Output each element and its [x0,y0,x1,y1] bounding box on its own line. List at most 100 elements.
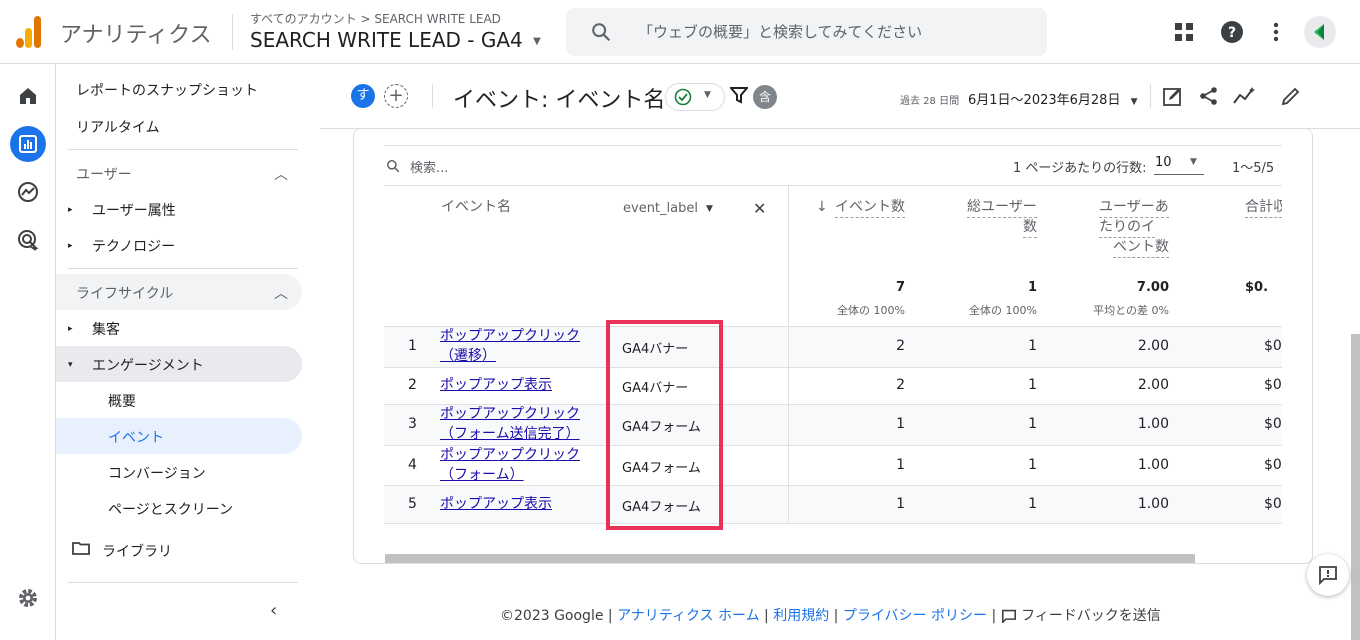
horizontal-scrollbar[interactable] [385,554,1195,563]
analytics-logo [16,16,42,48]
col-header-per-user-2[interactable]: たりのイ [1099,217,1155,238]
divider [68,268,298,269]
report-status-chip[interactable]: ▼ [665,83,725,111]
filter-badge[interactable]: 含 [753,85,777,109]
event-name-link[interactable]: ポップアップ表示 [440,375,552,395]
help-icon[interactable]: ? [1218,18,1246,46]
nav-events-selected[interactable] [56,418,302,454]
account-avatar[interactable] [1304,16,1336,48]
caret-down-icon: ▼ [1190,157,1197,167]
event-name-link[interactable]: ポップアップ表示 [440,494,552,514]
reports-icon[interactable] [10,126,46,162]
users-cell: 1 [1028,416,1037,432]
chevron-up-icon[interactable]: ︿ [274,283,288,303]
edit-pencil-icon[interactable] [1281,86,1301,110]
total-per-user: 7.00 [1136,280,1169,295]
total-events-sub: 全体の 100% [837,304,905,317]
column-divider [788,326,789,523]
event-name-link[interactable]: ポップアップクリック [440,445,580,465]
global-search[interactable]: 「ウェブの概要」と検索してみてください [566,8,1047,56]
sort-arrow-icon[interactable]: ↓ [816,197,828,217]
nav-section-user[interactable]: ユーザー [76,164,132,184]
nav-engagement[interactable]: エンゲージメント [92,355,204,375]
filter-icon[interactable] [728,86,750,108]
nav-snapshot[interactable]: レポートのスナップショット [76,80,258,100]
collapse-nav-icon[interactable]: ‹ [270,600,277,621]
expand-arrow-icon[interactable]: ▸ [68,205,73,215]
divider [68,149,298,150]
col-header-event-name[interactable]: イベント名 [441,197,511,217]
footer-copyright: ©2023 Google [500,608,604,624]
expand-arrow-icon[interactable]: ▸ [68,241,73,251]
users-cell: 1 [1028,496,1037,512]
event-name-link[interactable]: ポップアップクリック [440,404,580,424]
comparison-avatar[interactable]: す [351,84,375,108]
row-index: 4 [408,457,417,473]
total-events: 7 [895,280,905,295]
footer-terms-link[interactable]: 利用規約 [773,608,829,624]
users-cell: 1 [1028,457,1037,473]
feedback-icon [1319,566,1337,585]
breadcrumb[interactable]: すべてのアカウント > SEARCH WRITE LEAD [250,10,501,27]
customize-report-icon[interactable] [1163,86,1183,110]
col-header-total-users-1[interactable]: 総ユーザー [967,197,1037,218]
nav-pages-screens[interactable]: ページとスクリーン [108,499,233,519]
nav-events: イベント [108,430,164,446]
divider [384,145,1282,146]
caret-down-icon[interactable]: ▼ [706,199,713,219]
separator: | [607,608,618,624]
col-header-per-user-3[interactable]: ベント数 [1113,237,1169,258]
explore-icon[interactable] [12,176,44,208]
add-comparison-icon[interactable]: + [384,84,408,108]
insights-icon[interactable] [1233,86,1257,110]
apps-grid-icon[interactable] [1170,18,1198,46]
search-icon [386,159,400,173]
col-header-events[interactable]: イベント数 [835,197,905,218]
collapse-arrow-icon[interactable]: ▾ [68,360,73,370]
feedback-fab[interactable] [1307,554,1349,596]
remove-dimension-icon[interactable]: ✕ [753,199,766,219]
nav-user-attributes[interactable]: ユーザー属性 [92,200,176,220]
col-header-event-label[interactable]: event_label [623,199,698,219]
report-title: イベント: イベント名 [453,88,666,113]
per-user-cell: 2.00 [1137,377,1169,393]
advertising-icon[interactable] [12,224,44,256]
event-name-link-cont[interactable]: （フォーム送信完了） [440,424,580,444]
report-header: す + イベント: イベント名 ▼ 含 過去 28 日間 6月1日～2023年6… [320,64,1360,128]
col-header-revenue[interactable]: 合計収 [1245,197,1282,218]
footer-feedback-link[interactable]: フィードバックを送信 [1021,608,1161,624]
event-name-link-cont[interactable]: （フォーム） [440,465,524,485]
nav-technology[interactable]: テクノロジー [92,236,175,256]
event-name-link-cont[interactable]: （遷移） [440,346,496,366]
footer: ©2023 Google | アナリティクス ホーム | 利用規約 | プライバ… [500,605,1161,625]
caret-down-icon: ▼ [704,90,711,100]
nav-conversions[interactable]: コンバージョン [108,463,206,483]
more-vert-icon[interactable] [1262,18,1290,46]
users-cell: 1 [1028,338,1037,354]
footer-home-link[interactable]: アナリティクス ホーム [617,608,760,624]
settings-gear-icon[interactable] [12,582,44,614]
vertical-scrollbar[interactable] [1351,334,1360,640]
divider [384,485,1282,486]
expand-arrow-icon[interactable]: ▸ [68,324,73,334]
divider [68,582,298,583]
feedback-icon [1001,609,1016,625]
col-header-per-user-1[interactable]: ユーザーあ [1099,197,1169,218]
chevron-up-icon[interactable]: ︿ [274,164,288,184]
col-header-total-users-2[interactable]: 数 [1023,217,1037,238]
table-search-placeholder: 検索... [410,161,449,176]
nav-realtime[interactable]: リアルタイム [76,117,160,137]
footer-privacy-link[interactable]: プライバシー ポリシー [843,608,987,624]
nav-overview[interactable]: 概要 [108,391,136,411]
total-users-sub: 全体の 100% [969,304,1037,317]
nav-acquisition[interactable]: 集客 [92,319,120,339]
rows-per-page-select[interactable]: 10 ▼ [1154,153,1204,175]
date-range-picker[interactable]: 6月1日～2023年6月28日 ▼ [968,89,1138,108]
home-icon[interactable] [12,80,44,112]
share-icon[interactable] [1199,86,1219,110]
property-selector[interactable]: SEARCH WRITE LEAD - GA4 ▼ [250,28,541,52]
top-bar: アナリティクス すべてのアカウント > SEARCH WRITE LEAD SE… [0,0,1360,64]
nav-library[interactable]: ライブラリ [102,541,172,561]
events-cell: 1 [896,496,905,512]
event-name-link[interactable]: ポップアップクリック [440,326,580,346]
